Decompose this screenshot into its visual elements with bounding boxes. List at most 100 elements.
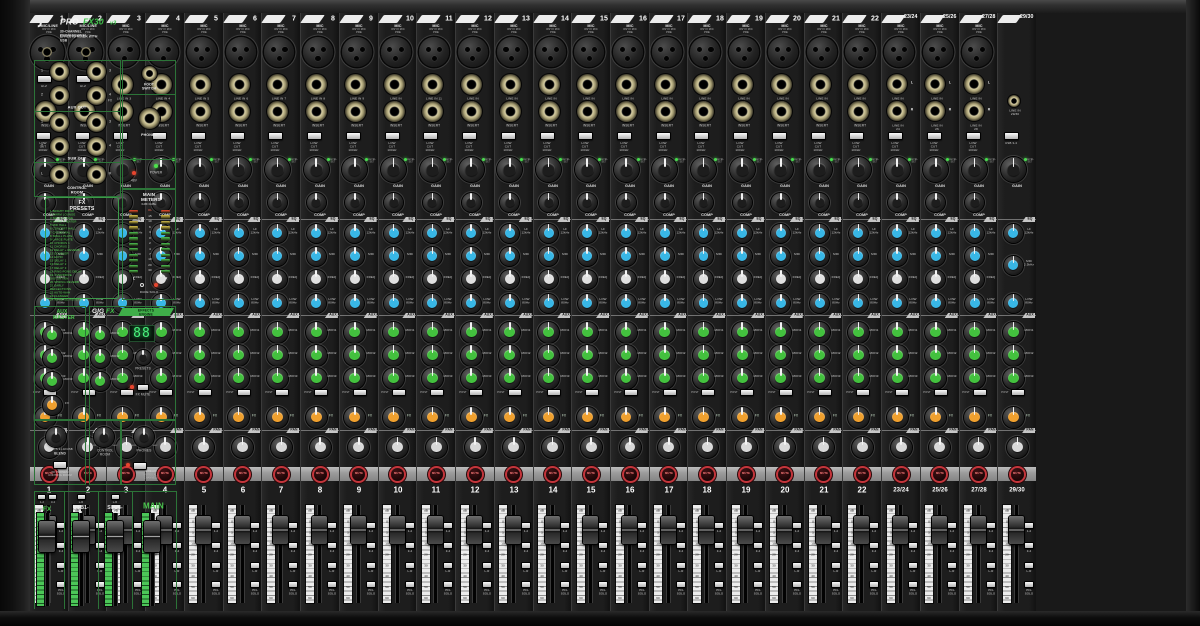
aux-mon2-knob[interactable] (576, 344, 598, 366)
assign-button-l-r[interactable] (288, 562, 299, 569)
eq-freq-knob[interactable] (693, 269, 713, 289)
break-button[interactable] (133, 461, 147, 470)
assign-button-3-4[interactable] (94, 542, 105, 549)
eq-low-knob[interactable] (500, 293, 520, 313)
assign-button-pfl-solo[interactable] (753, 581, 764, 588)
gain-knob[interactable] (458, 156, 484, 182)
aux-mon3-knob[interactable] (189, 367, 211, 389)
eq-hi-knob[interactable] (577, 223, 597, 243)
aux-mon2-knob[interactable] (731, 344, 753, 366)
assign-button-1-2[interactable] (249, 522, 260, 529)
assign-button-1-2[interactable] (559, 522, 570, 529)
aux-mon1-knob[interactable] (228, 321, 250, 343)
comp-knob[interactable] (500, 192, 520, 212)
aux-mon3-knob[interactable] (383, 367, 405, 389)
fx-send-knob[interactable] (266, 406, 288, 428)
aux-mon3-knob[interactable] (266, 367, 288, 389)
aux-mon2-knob[interactable] (421, 344, 443, 366)
pan-knob[interactable] (425, 436, 447, 458)
fader-handle[interactable] (428, 516, 444, 544)
gain-knob[interactable] (497, 156, 523, 182)
assign-button-1-2[interactable] (288, 522, 299, 529)
eq-freq-knob[interactable] (267, 269, 287, 289)
assign-button-1-2[interactable] (520, 522, 531, 529)
fx-send-knob[interactable] (886, 406, 908, 428)
eq-hi-knob[interactable] (926, 223, 946, 243)
pre-post-switch[interactable] (585, 389, 600, 396)
usb-blend-knob[interactable] (46, 427, 66, 447)
assign-button-1-2[interactable] (985, 522, 996, 529)
aux-mon2-knob[interactable] (770, 344, 792, 366)
gain-knob[interactable] (264, 156, 290, 182)
aux-mon2-knob[interactable] (1002, 344, 1024, 366)
assign-button-3-4[interactable] (908, 542, 919, 549)
comp-knob[interactable] (190, 192, 210, 212)
eq-hi-knob[interactable] (887, 223, 907, 243)
fader-handle[interactable] (389, 516, 405, 544)
pre-post-switch[interactable] (662, 389, 677, 396)
assign-button-3-4[interactable] (1024, 542, 1035, 549)
low-cut-switch[interactable] (345, 132, 361, 140)
aux-mon1-knob[interactable] (964, 321, 986, 343)
eq-mid-knob[interactable] (306, 246, 326, 266)
assign-button-pfl-solo[interactable] (637, 581, 648, 588)
fader-handle[interactable] (622, 516, 638, 544)
eq-mid-knob[interactable] (732, 246, 752, 266)
low-cut-switch[interactable] (423, 132, 439, 140)
eq-hi-knob[interactable] (1003, 223, 1023, 243)
eq-freq-knob[interactable] (848, 269, 868, 289)
assign-button-pfl-solo[interactable] (830, 581, 841, 588)
pan-knob[interactable] (348, 436, 370, 458)
assign-button-3-4[interactable] (443, 542, 454, 549)
fader-handle[interactable] (505, 516, 521, 544)
eq-freq-knob[interactable] (577, 269, 597, 289)
assign-button-pfl-solo[interactable] (482, 581, 493, 588)
master-assign-button-1-2[interactable] (37, 494, 46, 500)
assign-button-l-r[interactable] (714, 562, 725, 569)
eq-hi-knob[interactable] (500, 223, 520, 243)
fx-send-knob[interactable] (925, 406, 947, 428)
eq-freq-knob[interactable] (616, 269, 636, 289)
eq-mid-knob[interactable] (810, 246, 830, 266)
low-cut-switch[interactable] (694, 132, 710, 140)
assign-button-1-2[interactable] (753, 522, 764, 529)
usb-3-4-switch[interactable] (1004, 132, 1020, 140)
gain-knob[interactable] (574, 156, 600, 182)
assign-button-pfl-solo[interactable] (249, 581, 260, 588)
aux-mon3-knob[interactable] (305, 367, 327, 389)
eq-mid-knob[interactable] (771, 246, 791, 266)
pre-post-switch[interactable] (778, 389, 793, 396)
assign-button-l-r[interactable] (365, 562, 376, 569)
gain-knob[interactable] (342, 156, 368, 182)
fx-send-knob[interactable] (1002, 406, 1024, 428)
eq-freq-knob[interactable] (345, 269, 365, 289)
pan-knob[interactable] (387, 436, 409, 458)
fx-send-knob[interactable] (809, 406, 831, 428)
fader-handle[interactable] (699, 516, 715, 544)
assign-button-3-4[interactable] (753, 542, 764, 549)
assign-button-3-4[interactable] (172, 542, 183, 549)
aux-mon1-knob[interactable] (305, 321, 327, 343)
assign-button-l-r[interactable] (559, 562, 570, 569)
assign-button-1-2[interactable] (404, 522, 415, 529)
pan-knob[interactable] (232, 436, 254, 458)
pan-knob[interactable] (774, 436, 796, 458)
low-cut-switch[interactable] (578, 132, 594, 140)
presets-knob[interactable] (135, 349, 151, 365)
assign-button-l-r[interactable] (94, 562, 105, 569)
fader-handle[interactable] (893, 516, 909, 544)
eq-hi-knob[interactable] (461, 223, 481, 243)
aux-mon3-knob[interactable] (692, 367, 714, 389)
aux-mon1-knob[interactable] (266, 321, 288, 343)
aux-mon1-knob[interactable] (886, 321, 908, 343)
eq-freq-knob[interactable] (926, 269, 946, 289)
gain-knob[interactable] (884, 156, 910, 182)
low-cut-switch[interactable] (539, 132, 555, 140)
aux-mon1-knob[interactable] (809, 321, 831, 343)
to-phones-control-room-button[interactable] (53, 461, 67, 469)
eq-mid-knob[interactable] (461, 246, 481, 266)
pan-knob[interactable] (1006, 436, 1028, 458)
assign-button-pfl-solo[interactable] (946, 581, 957, 588)
assign-button-1-2[interactable] (791, 522, 802, 529)
fader-handle[interactable] (738, 516, 754, 544)
